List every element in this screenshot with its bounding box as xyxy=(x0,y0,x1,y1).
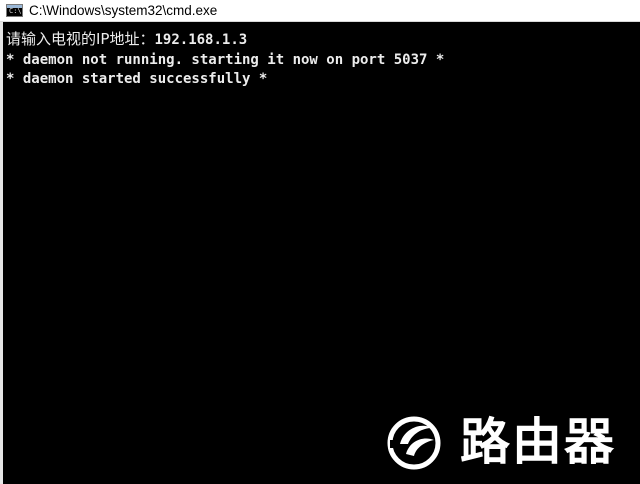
watermark: 路由器 xyxy=(386,410,616,474)
window-title: C:\Windows\system32\cmd.exe xyxy=(29,3,218,18)
router-brand-logo xyxy=(387,416,441,470)
console-line: * daemon started successfully * xyxy=(6,71,268,87)
cmd-window: C:\ C:\Windows\system32\cmd.exe 请输入电视的IP… xyxy=(0,0,640,484)
watermark-text: 路由器 xyxy=(460,413,616,471)
console-line: 请输入电视的IP地址：192.168.1.3 xyxy=(6,30,247,49)
console-input-value: 192.168.1.3 xyxy=(154,32,248,48)
console-line: * daemon not running. starting it now on… xyxy=(6,52,445,68)
cmd-icon-prompt: C:\ xyxy=(9,7,22,15)
cmd-window-icon[interactable]: C:\ xyxy=(6,4,23,17)
console-prompt-text: 请输入电视的IP地址： xyxy=(6,30,155,48)
title-bar[interactable]: C:\ C:\Windows\system32\cmd.exe xyxy=(0,0,640,22)
